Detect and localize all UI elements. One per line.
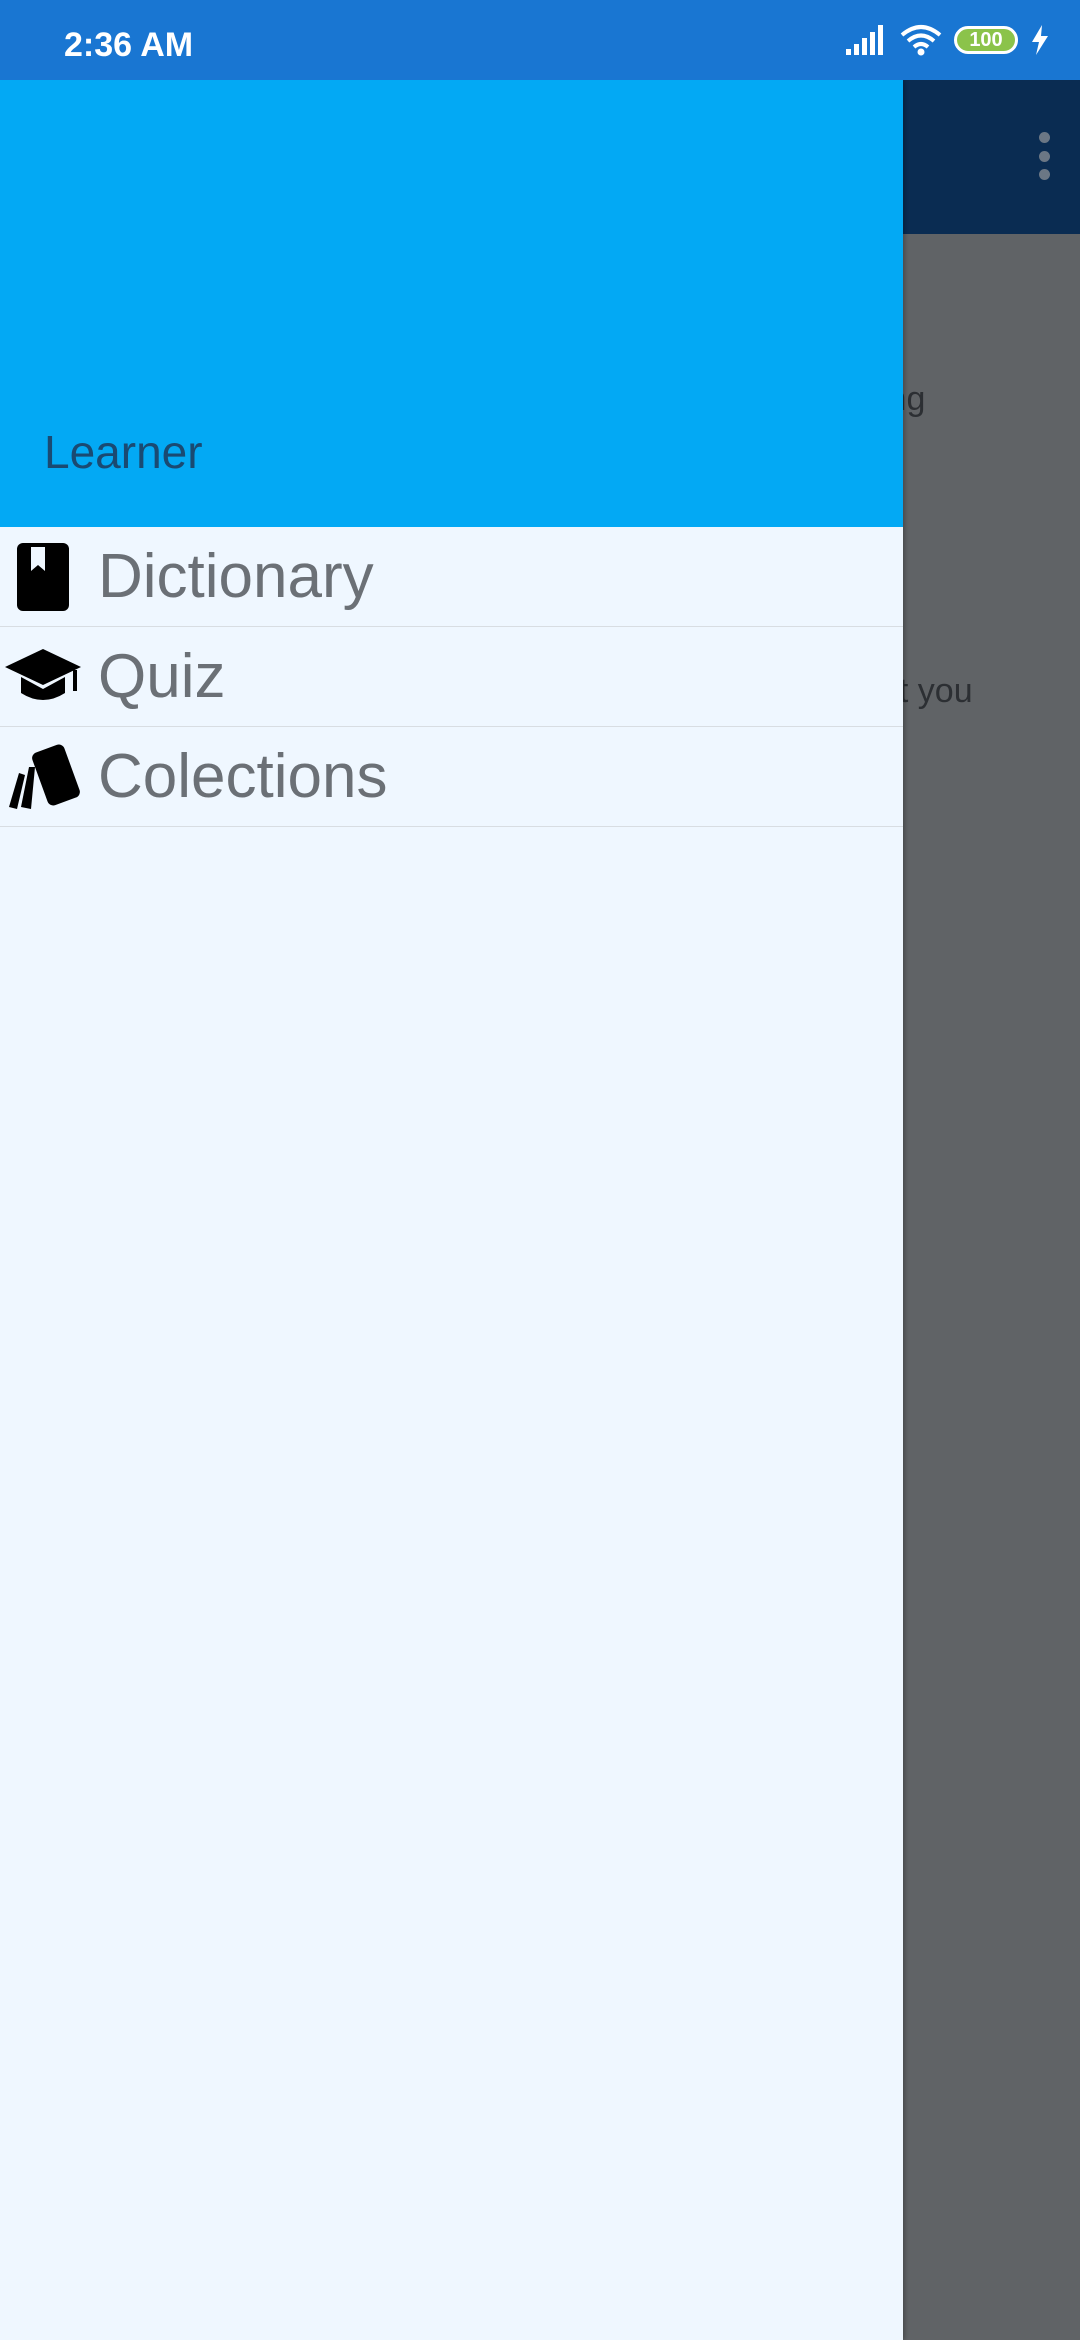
status-time: 2:36 AM: [64, 26, 194, 64]
nav-item-dictionary[interactable]: Dictionary: [0, 527, 903, 627]
book-icon: [2, 536, 84, 618]
nav-item-label: Quiz: [98, 642, 226, 711]
nav-item-label: Dictionary: [98, 542, 374, 611]
more-vert-icon[interactable]: [1036, 132, 1052, 180]
status-icons: 100: [834, 18, 1050, 62]
drawer-menu: Dictionary Quiz Colections: [0, 527, 903, 827]
charging-icon: [1030, 25, 1050, 55]
nav-item-colections[interactable]: Colections: [0, 727, 903, 827]
graduation-cap-icon: [2, 636, 84, 718]
battery-level: 100: [954, 26, 1018, 54]
cards-icon: [2, 736, 84, 818]
battery-icon: 100: [954, 26, 1018, 54]
wifi-icon: [900, 24, 942, 56]
signal-icon: [846, 25, 888, 55]
nav-item-quiz[interactable]: Quiz: [0, 627, 903, 727]
navigation-drawer: Learner Dictionary Quiz Colections: [0, 80, 903, 2340]
nav-item-label: Colections: [98, 742, 388, 811]
status-bar: 2:36 AM 100: [0, 0, 1080, 80]
drawer-header: Learner: [0, 80, 903, 527]
drawer-header-title: Learner: [44, 426, 203, 478]
